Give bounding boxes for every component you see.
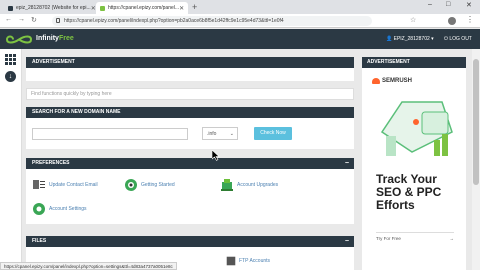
bookmark-star-icon[interactable]: ☆	[410, 16, 416, 24]
preferences-header: PREFERENCES −	[26, 158, 354, 169]
status-link-preview: https://cpanel.epizy.com/panel/indexpl.p…	[0, 262, 177, 270]
pref-label: Account Settings	[49, 206, 87, 212]
ad-sidebar: ADVERTISEMENT SEMRUSH Track Your SEO & P…	[362, 57, 466, 270]
ftp-label: FTP Accounts	[239, 258, 271, 264]
contact-email-icon	[33, 180, 45, 189]
semrush-brand: SEMRUSH	[382, 78, 413, 84]
files-header: FILES −	[26, 236, 354, 247]
back-arrow-icon[interactable]: ←	[5, 16, 12, 23]
tab-close-icon[interactable]: ✕	[91, 5, 96, 12]
pref-label: Getting Started	[141, 182, 175, 188]
lock-icon	[56, 18, 60, 23]
check-now-button[interactable]: Check Now	[254, 127, 292, 140]
user-menu[interactable]: 👤 EPIZ_28128702 ▾	[386, 36, 434, 42]
account-settings-link[interactable]: Account Settings	[32, 202, 87, 216]
account-settings-icon	[33, 203, 45, 215]
ftp-accounts-link[interactable]: FTP Accounts	[226, 256, 270, 266]
pref-label: Account Upgrades	[237, 182, 279, 188]
ad-headline[interactable]: Track Your SEO & PPC Efforts	[376, 173, 462, 212]
account-upgrades-icon	[221, 179, 233, 191]
logout-button[interactable]: ⏻ LOG OUT	[444, 36, 472, 42]
getting-started-link[interactable]: Getting Started	[124, 178, 175, 192]
tab-close-icon[interactable]: ✕	[179, 5, 184, 12]
reload-icon[interactable]: ↻	[31, 16, 37, 24]
advertisement-panel: ADVERTISEMENT	[26, 57, 354, 81]
address-bar[interactable]: https://cpanel.epizy.com/panel/indexpl.p…	[52, 16, 372, 26]
infinity-logo-icon	[6, 35, 32, 44]
app-header: InfinityFree 👤 EPIZ_28128702 ▾ ⏻ LOG OUT	[0, 29, 480, 49]
url-text: https://cpanel.epizy.com/panel/indexpl.p…	[64, 18, 284, 24]
username: EPIZ_28128702	[393, 36, 430, 42]
profile-avatar[interactable]	[448, 17, 456, 25]
site-favicon-icon	[100, 5, 105, 11]
site-favicon-icon	[8, 5, 13, 11]
browser-tab-bar: epiz_28128702 (Website for epi... ✕ http…	[0, 0, 480, 14]
browser-toolbar: ← → ↻ https://cpanel.epizy.com/panel/ind…	[0, 14, 480, 28]
tab-label: https://cpanel.epizy.com/panel...	[108, 5, 180, 11]
semrush-flame-icon	[372, 78, 380, 84]
logout-label: LOG OUT	[449, 36, 472, 42]
ad-illustration	[380, 101, 453, 156]
chevron-down-icon: ⌄	[229, 131, 234, 137]
semrush-logo[interactable]: SEMRUSH	[372, 78, 412, 84]
scrollbar-thumb[interactable]	[473, 59, 479, 185]
browser-tab-inactive[interactable]: epiz_28128702 (Website for epi... ✕	[4, 2, 96, 14]
browser-menu-icon[interactable]: ⋮	[466, 15, 474, 24]
forward-arrow-icon[interactable]: →	[18, 16, 25, 23]
download-icon[interactable]: ↓	[5, 71, 16, 82]
tab-label: epiz_28128702 (Website for epi...	[16, 5, 91, 11]
search-placeholder: Find functions quickly by typing here	[31, 91, 112, 97]
getting-started-icon	[125, 179, 137, 191]
function-search-input[interactable]: Find functions quickly by typing here	[26, 88, 354, 100]
arrow-right-icon: →	[449, 236, 455, 241]
tld-selected: .info	[207, 131, 217, 137]
ad-footer[interactable]: Try For Free →	[376, 232, 454, 241]
collapse-icon[interactable]: −	[345, 158, 349, 169]
tld-select[interactable]: .info ⌄	[202, 127, 238, 140]
account-upgrades-link[interactable]: Account Upgrades	[220, 178, 278, 192]
maximize-button[interactable]: □	[446, 1, 450, 8]
advertisement-header: ADVERTISEMENT	[26, 57, 354, 68]
files-title: FILES	[32, 238, 47, 244]
domain-search-header: SEARCH FOR A NEW DOMAIN NAME	[26, 107, 354, 118]
minimize-button[interactable]: –	[428, 1, 432, 8]
brand-accent: Free	[58, 35, 74, 42]
close-window-button[interactable]: ✕	[466, 1, 472, 9]
ftp-accounts-icon	[226, 256, 236, 266]
browser-tab-active[interactable]: https://cpanel.epizy.com/panel... ✕	[96, 2, 188, 14]
ad-sidebar-header: ADVERTISEMENT	[362, 57, 466, 68]
brand-name: InfinityFree	[36, 35, 74, 42]
mouse-cursor-icon	[212, 150, 220, 161]
page-scrollbar[interactable]	[472, 49, 480, 270]
pref-label: Update Contact Email	[49, 182, 98, 188]
preferences-title: PREFERENCES	[32, 160, 70, 166]
collapse-icon[interactable]: −	[345, 236, 349, 247]
apps-grid-icon[interactable]	[5, 54, 16, 65]
new-tab-button[interactable]: +	[192, 2, 197, 12]
ad-cta[interactable]: Try For Free	[376, 236, 401, 241]
domain-name-input[interactable]	[32, 128, 188, 140]
left-toolbar: ↓	[0, 49, 22, 270]
update-contact-email-link[interactable]: Update Contact Email	[32, 178, 98, 192]
brand-main: Infinity	[36, 35, 59, 42]
